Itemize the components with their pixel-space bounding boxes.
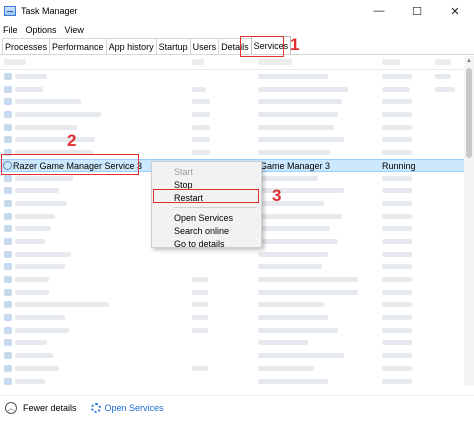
- service-icon: [4, 85, 12, 93]
- header-status[interactable]: [382, 59, 400, 65]
- task-manager-icon: [4, 6, 16, 16]
- service-icon: [4, 288, 12, 296]
- table-row[interactable]: [0, 311, 474, 324]
- table-row[interactable]: [0, 286, 474, 299]
- window-controls: — ☐ ✕: [360, 0, 474, 22]
- table-row[interactable]: [0, 273, 474, 286]
- tab-performance[interactable]: Performance: [49, 38, 107, 54]
- tab-bar: Processes Performance App history Startu…: [0, 36, 474, 55]
- service-icon: [4, 73, 12, 80]
- menu-bar: File Options View: [0, 22, 474, 37]
- context-menu-go-to-details[interactable]: Go to details: [152, 237, 261, 250]
- service-icon: [4, 276, 12, 283]
- close-button[interactable]: ✕: [436, 0, 474, 22]
- context-menu-separator: [174, 207, 257, 208]
- service-icon: [4, 212, 12, 220]
- title-bar: Task Manager — ☐ ✕: [0, 0, 474, 22]
- service-icon: [4, 199, 12, 207]
- table-row[interactable]: [0, 83, 474, 96]
- table-row[interactable]: [0, 362, 474, 375]
- annotation-number-3: 3: [272, 186, 282, 205]
- service-status: Running: [382, 160, 416, 171]
- table-row[interactable]: [0, 349, 474, 362]
- service-icon: [4, 364, 12, 372]
- service-icon: [4, 187, 12, 195]
- header-pid[interactable]: [192, 59, 204, 65]
- annotation-number-1: 1: [290, 35, 300, 54]
- service-icon: [4, 136, 12, 144]
- table-row[interactable]: [0, 70, 474, 83]
- vertical-scrollbar[interactable]: ▲: [464, 56, 474, 386]
- open-services-link[interactable]: Open Services: [105, 403, 164, 413]
- context-menu: Start Stop Restart Open Services Search …: [151, 161, 262, 250]
- tab-app-history[interactable]: App history: [105, 38, 157, 54]
- table-row[interactable]: [0, 324, 474, 337]
- minimize-button[interactable]: —: [360, 0, 398, 22]
- service-icon: [4, 263, 12, 271]
- fewer-details-link[interactable]: Fewer details: [23, 403, 77, 413]
- table-row[interactable]: [0, 375, 474, 387]
- table-row[interactable]: [0, 298, 474, 311]
- table-row[interactable]: [0, 108, 474, 121]
- service-icon: [4, 326, 12, 334]
- service-icon: [4, 377, 12, 385]
- gear-icon[interactable]: [90, 402, 101, 413]
- service-description: Game Manager 3: [260, 160, 331, 171]
- annotation-box-services-tab: [240, 36, 284, 57]
- annotation-number-2: 2: [67, 131, 77, 150]
- context-menu-open-services[interactable]: Open Services: [152, 211, 261, 224]
- scroll-up-icon[interactable]: ▲: [464, 56, 474, 66]
- service-icon: [4, 339, 12, 347]
- footer: ︿ Fewer details Open Services: [0, 395, 474, 419]
- service-icon: [4, 123, 12, 131]
- service-icon: [4, 250, 12, 258]
- table-row[interactable]: [0, 95, 474, 108]
- scroll-thumb[interactable]: [466, 68, 472, 158]
- context-menu-search-online[interactable]: Search online: [152, 224, 261, 237]
- table-row[interactable]: [0, 336, 474, 349]
- chevron-up-icon[interactable]: ︿: [5, 401, 17, 414]
- table-row[interactable]: [0, 260, 474, 273]
- tab-startup[interactable]: Startup: [155, 38, 191, 54]
- tab-users[interactable]: Users: [189, 38, 220, 54]
- tab-processes[interactable]: Processes: [2, 38, 51, 54]
- header-name[interactable]: [4, 59, 26, 65]
- menu-options[interactable]: Options: [26, 25, 57, 35]
- context-menu-start: Start: [174, 166, 194, 177]
- header-description[interactable]: [258, 59, 292, 65]
- annotation-box-restart: [153, 189, 259, 203]
- annotation-box-selected-service: [1, 154, 139, 175]
- service-icon: [4, 237, 12, 245]
- service-icon: [4, 352, 12, 360]
- list-header: [0, 56, 474, 70]
- service-icon: [4, 225, 12, 233]
- service-icon: [4, 98, 12, 106]
- maximize-button[interactable]: ☐: [398, 0, 436, 22]
- header-group[interactable]: [435, 59, 451, 65]
- menu-view[interactable]: View: [65, 25, 84, 35]
- service-icon: [4, 174, 12, 182]
- window-title: Task Manager: [21, 6, 78, 16]
- service-icon: [4, 111, 12, 119]
- service-icon: [4, 301, 12, 309]
- service-icon: [4, 314, 12, 322]
- menu-file[interactable]: File: [3, 25, 18, 35]
